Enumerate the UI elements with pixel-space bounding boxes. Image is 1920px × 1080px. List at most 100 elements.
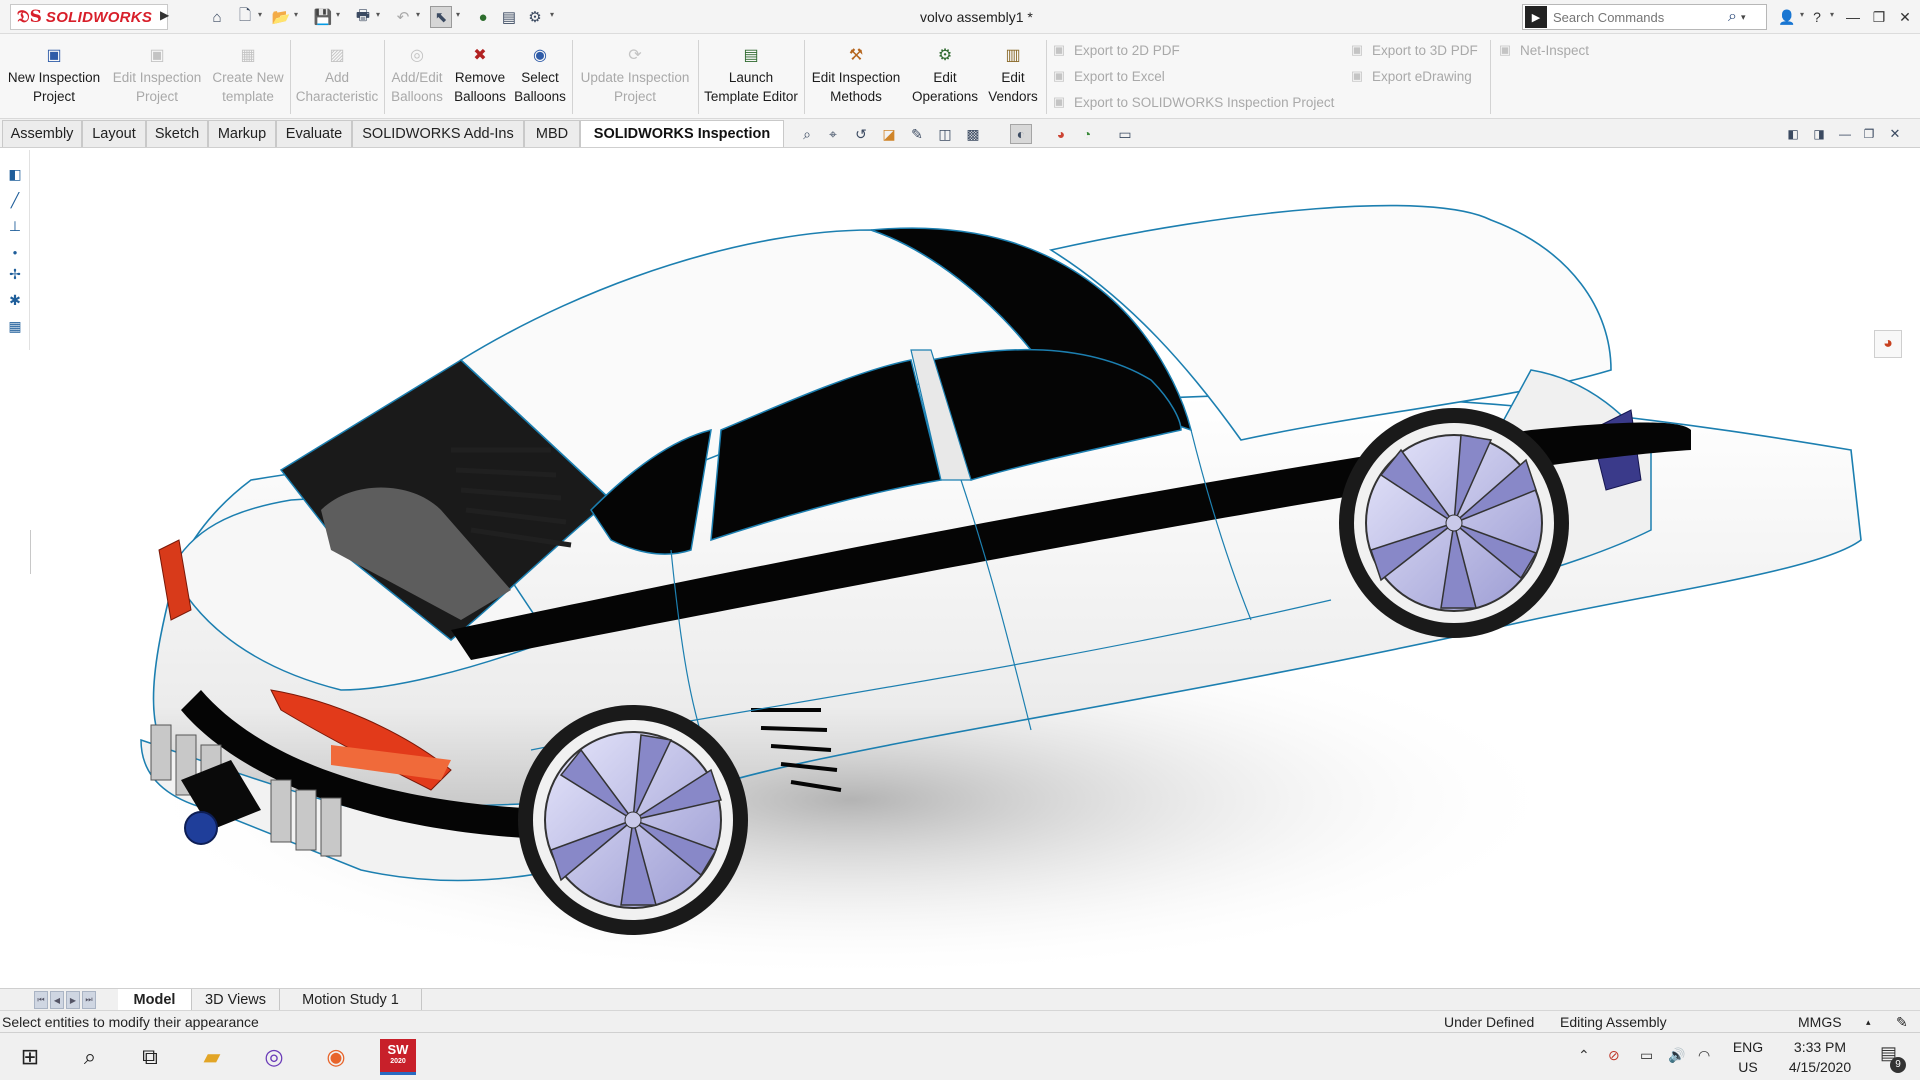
tab-solidworks-inspection[interactable]: SOLIDWORKS Inspection: [580, 120, 784, 147]
clock-time[interactable]: 3:33 PM: [1770, 1039, 1870, 1055]
new-dropdown-icon[interactable]: ▾: [258, 10, 266, 20]
edit-inspection-methods-button[interactable]: ⚒ Edit Inspection Methods: [806, 38, 906, 116]
file-properties-icon[interactable]: ▤: [498, 6, 520, 28]
options-gear-icon[interactable]: ⚙: [524, 6, 546, 28]
help-icon[interactable]: ?: [1806, 6, 1828, 28]
zoom-to-area-icon[interactable]: ⌖: [822, 124, 844, 144]
minimize-window-icon[interactable]: —: [1842, 6, 1864, 28]
add-characteristic-button[interactable]: ▨ Add Characteristic: [292, 38, 382, 116]
export-excel-button[interactable]: ▣ Export to Excel: [1050, 65, 1165, 87]
restore-doc-icon[interactable]: ❐: [1858, 124, 1880, 144]
tab-evaluate[interactable]: Evaluate: [276, 120, 352, 147]
update-inspection-project-button[interactable]: ⟳ Update Inspection Project: [574, 38, 696, 116]
search-input[interactable]: [1551, 8, 1726, 26]
clock-date[interactable]: 4/15/2020: [1770, 1059, 1870, 1075]
rebuild-icon[interactable]: ●: [472, 6, 494, 28]
select-dropdown-icon[interactable]: ▾: [456, 10, 464, 20]
sketch-line-icon[interactable]: ╱: [5, 190, 25, 210]
close-doc-icon[interactable]: ✕: [1884, 124, 1906, 144]
wifi-icon[interactable]: ◠: [1698, 1047, 1710, 1064]
windows-start-icon[interactable]: ⊞: [12, 1039, 48, 1075]
new-document-icon[interactable]: 🗋: [234, 6, 256, 28]
view-orientation-icon[interactable]: ◫: [934, 124, 956, 144]
tab-mbd[interactable]: MBD: [524, 120, 580, 147]
battery-icon[interactable]: ▭: [1640, 1047, 1653, 1064]
search-icon[interactable]: ⌕: [1728, 8, 1737, 26]
firefox-icon[interactable]: ◉: [318, 1039, 354, 1075]
tile-right-icon[interactable]: ◨: [1808, 124, 1830, 144]
graphics-area[interactable]: ◕ Y X Z: [31, 150, 1920, 1078]
net-inspect-button[interactable]: ▣ Net-Inspect: [1496, 39, 1589, 61]
input-region[interactable]: US: [1728, 1059, 1768, 1075]
show-hidden-icons-icon[interactable]: ⌃: [1578, 1047, 1590, 1064]
volume-icon[interactable]: 🔊: [1668, 1047, 1685, 1064]
edit-inspection-project-button[interactable]: ▣ Edit Inspection Project: [108, 38, 206, 116]
minimize-doc-icon[interactable]: —: [1834, 124, 1856, 144]
search-commands-box[interactable]: ▶ ⌕ ▾: [1522, 4, 1767, 30]
input-language[interactable]: ENG: [1728, 1039, 1768, 1055]
export-3d-pdf-button[interactable]: ▣ Export to 3D PDF: [1348, 39, 1478, 61]
tab-markup[interactable]: Markup: [208, 120, 276, 147]
add-edit-balloons-button[interactable]: ◎ Add/Edit Balloons: [386, 38, 448, 116]
new-inspection-project-button[interactable]: ▣ New Inspection Project: [4, 38, 104, 116]
edit-operations-button[interactable]: ⚙ Edit Operations: [908, 38, 982, 116]
tab-addins[interactable]: SOLIDWORKS Add-Ins: [352, 120, 524, 147]
menu-expand-icon[interactable]: ▶: [160, 8, 172, 26]
tab-motion-study[interactable]: Motion Study 1: [280, 989, 422, 1011]
tooltip-toggle-icon[interactable]: ✎: [1896, 1014, 1908, 1031]
car-model-3d[interactable]: [31, 150, 1920, 988]
search-dropdown-icon[interactable]: ▾: [1741, 12, 1746, 23]
last-tab-nav-icon[interactable]: ⏭: [82, 991, 96, 1009]
previous-view-icon[interactable]: ↺: [850, 124, 872, 144]
tab-3d-views[interactable]: 3D Views: [192, 989, 280, 1011]
select-balloons-button[interactable]: ◉ Select Balloons: [512, 38, 568, 116]
tab-sketch[interactable]: Sketch: [146, 120, 208, 147]
home-icon[interactable]: ⌂: [206, 6, 228, 28]
browser-app-icon[interactable]: ◎: [256, 1039, 292, 1075]
tile-left-icon[interactable]: ◧: [1782, 124, 1804, 144]
prev-tab-nav-icon[interactable]: ◀: [50, 991, 64, 1009]
dynamic-annotation-icon[interactable]: ✎: [906, 124, 928, 144]
solidworks-taskbar-icon[interactable]: SW 2020: [380, 1039, 416, 1075]
save-icon[interactable]: 💾: [312, 6, 334, 28]
remove-balloons-button[interactable]: ✖ Remove Balloons: [450, 38, 510, 116]
select-cursor-icon[interactable]: ⬉: [430, 6, 452, 28]
apply-scene-icon[interactable]: ◔: [1076, 124, 1098, 144]
zoom-to-fit-icon[interactable]: ⌕: [796, 124, 818, 144]
hide-show-items-icon[interactable]: ◐: [1010, 124, 1032, 144]
save-dropdown-icon[interactable]: ▾: [336, 10, 344, 20]
print-icon[interactable]: 🖶: [352, 6, 374, 28]
design-library-icon[interactable]: ▦: [5, 316, 25, 336]
tab-model[interactable]: Model: [118, 989, 192, 1011]
undo-icon[interactable]: ↶: [392, 6, 414, 28]
launch-template-editor-button[interactable]: ▤ Launch Template Editor: [700, 38, 802, 116]
open-folder-icon[interactable]: 📂: [270, 6, 292, 28]
edit-appearance-icon[interactable]: ◕: [1050, 124, 1072, 144]
open-dropdown-icon[interactable]: ▾: [294, 10, 302, 20]
print-dropdown-icon[interactable]: ▾: [376, 10, 384, 20]
display-style-icon[interactable]: ▩: [962, 124, 984, 144]
export-edrawing-button[interactable]: ▣ Export eDrawing: [1348, 65, 1472, 87]
origin-icon[interactable]: ✢: [5, 264, 25, 284]
edit-vendors-button[interactable]: ▥ Edit Vendors: [984, 38, 1042, 116]
export-2d-pdf-button[interactable]: ▣ Export to 2D PDF: [1050, 39, 1180, 61]
undo-dropdown-icon[interactable]: ▾: [416, 10, 424, 20]
user-account-icon[interactable]: 👤: [1776, 6, 1798, 28]
feature-manager-icon[interactable]: ◧: [5, 164, 25, 184]
appearance-scene-icon[interactable]: ◕: [1874, 330, 1902, 358]
coordinate-system-icon[interactable]: ⊥: [5, 216, 25, 236]
create-new-template-button[interactable]: ▦ Create New template: [208, 38, 288, 116]
task-view-icon[interactable]: ⧉: [132, 1039, 168, 1075]
mate-icon[interactable]: ✱: [5, 290, 25, 310]
taskbar-search-icon[interactable]: ⌕: [72, 1039, 108, 1075]
units-selector[interactable]: MMGS: [1798, 1014, 1842, 1030]
restore-window-icon[interactable]: ❐: [1868, 6, 1890, 28]
first-tab-nav-icon[interactable]: ⏮: [34, 991, 48, 1009]
solidworks-logo[interactable]: 𝔇S SOLIDWORKS: [10, 4, 168, 30]
units-dropdown-icon[interactable]: ▴: [1866, 1017, 1871, 1028]
view-settings-icon[interactable]: ▭: [1114, 124, 1136, 144]
tab-layout[interactable]: Layout: [82, 120, 146, 147]
export-sw-inspection-button[interactable]: ▣ Export to SOLIDWORKS Inspection Project: [1050, 91, 1335, 113]
next-tab-nav-icon[interactable]: ▶: [66, 991, 80, 1009]
file-explorer-icon[interactable]: ▰: [194, 1039, 230, 1075]
